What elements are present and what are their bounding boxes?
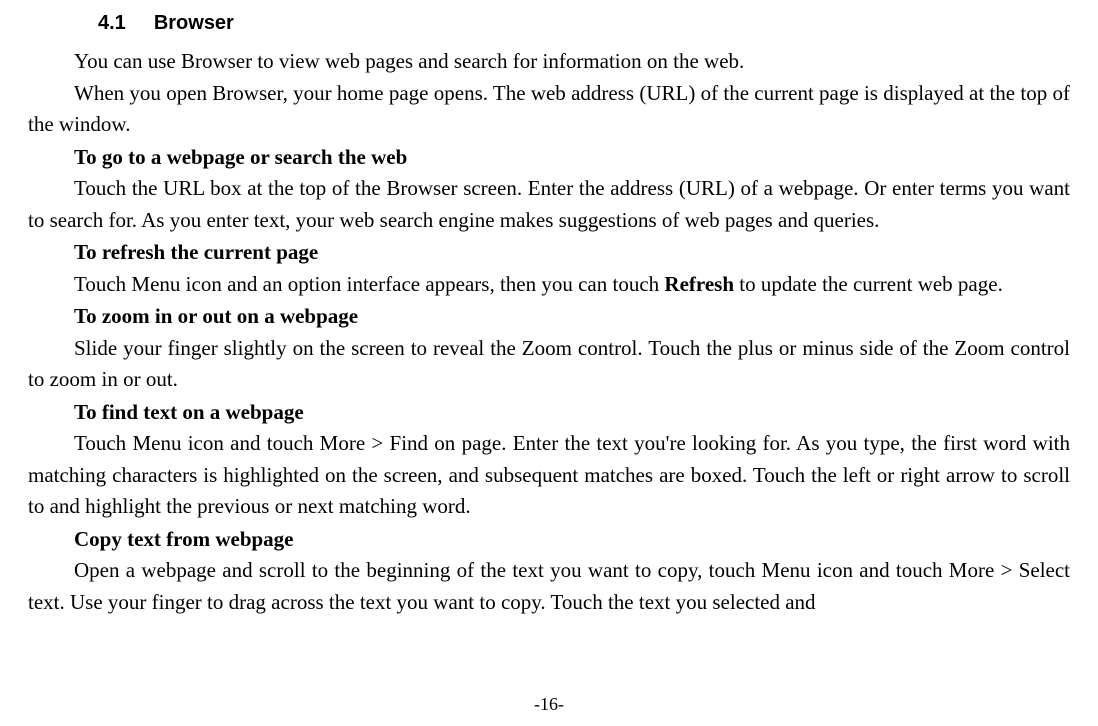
paragraph-goto: Touch the URL box at the top of the Brow…: [28, 173, 1070, 236]
paragraph-find: Touch Menu icon and touch More > Find on…: [28, 428, 1070, 523]
section-number: 4.1: [98, 12, 126, 34]
subheading-find: To find text on a webpage: [28, 397, 1070, 429]
text-refresh-bold: Refresh: [664, 272, 734, 296]
subheading-goto: To go to a webpage or search the web: [28, 142, 1070, 174]
paragraph-copy: Open a webpage and scroll to the beginni…: [28, 555, 1070, 618]
section-title: Browser: [154, 12, 234, 34]
paragraph-intro-1: You can use Browser to view web pages an…: [28, 46, 1070, 78]
paragraph-intro-2: When you open Browser, your home page op…: [28, 78, 1070, 141]
section-heading: 4.1 Browser: [98, 8, 1070, 38]
text-refresh-c: to update the current web page.: [734, 272, 1003, 296]
paragraph-zoom: Slide your finger slightly on the screen…: [28, 333, 1070, 396]
page-number: -16-: [0, 691, 1098, 718]
text-refresh-a: Touch Menu icon and an option interface …: [74, 272, 664, 296]
subheading-zoom: To zoom in or out on a webpage: [28, 301, 1070, 333]
subheading-refresh: To refresh the current page: [28, 237, 1070, 269]
paragraph-refresh: Touch Menu icon and an option interface …: [28, 269, 1070, 301]
subheading-copy: Copy text from webpage: [28, 524, 1070, 556]
